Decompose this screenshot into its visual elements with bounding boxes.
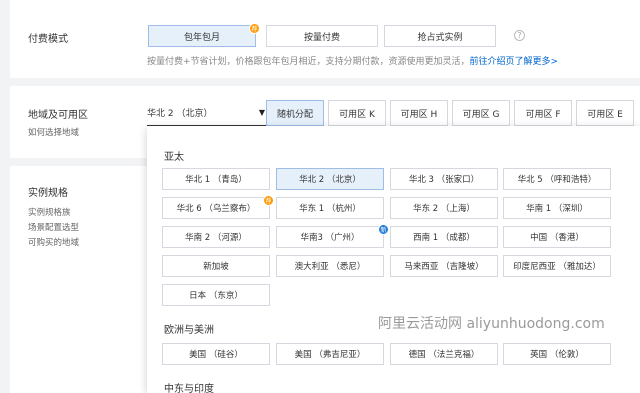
zone-g[interactable]: 可用区 G xyxy=(452,100,510,126)
region-dropdown: 亚太 华北 1 （青岛） 华北 2 （北京） 华北 3 （张家口） 华北 5 （… xyxy=(147,126,640,393)
region-help-link[interactable]: 如何选择地域 xyxy=(28,126,79,138)
recommend-badge: 荐 xyxy=(263,195,274,206)
region-option[interactable]: 德国 （法兰克福） xyxy=(390,343,498,365)
region-option[interactable]: 华北 3 （张家口） xyxy=(390,168,498,190)
help-icon[interactable]: ? xyxy=(514,30,525,41)
billing-desc-text: 按量付费+节省计划，价格跟包年包月相近，支持分期付款，资源使用更加灵活， xyxy=(147,57,470,67)
zone-k[interactable]: 可用区 K xyxy=(328,100,386,126)
spec-label: 实例规格 xyxy=(28,188,68,199)
watermark: 阿里云活动网 aliyunhuodong.com xyxy=(378,316,605,332)
region-option-label: 华北 6 （乌兰察布） xyxy=(176,204,256,214)
zone-f[interactable]: 可用区 F xyxy=(514,100,572,126)
region-option[interactable]: 华南 1 （深圳） xyxy=(503,197,611,219)
spec-family-link[interactable]: 实例规格族 xyxy=(28,206,71,218)
region-option[interactable]: 华北 5 （呼和浩特） xyxy=(503,168,611,190)
spec-regions-link[interactable]: 可购买的地域 xyxy=(28,236,79,248)
region-option[interactable]: 日本 （东京） xyxy=(162,284,270,306)
billing-option-subscription[interactable]: 包年包月 荐 xyxy=(148,23,260,47)
zone-e[interactable]: 可用区 E xyxy=(576,100,634,126)
region-option[interactable]: 华北 1 （青岛） xyxy=(162,168,270,190)
group-title-europe-americas: 欧洲与美洲 xyxy=(164,325,214,336)
spec-scenario-link[interactable]: 场景配置选型 xyxy=(28,221,79,233)
group-title-asia-pacific: 亚太 xyxy=(164,152,184,163)
region-option[interactable]: 马来西亚 （吉隆坡） xyxy=(390,255,498,277)
region-option[interactable]: 印度尼西亚 （雅加达） xyxy=(503,255,611,277)
billing-label: 付费模式 xyxy=(28,34,68,45)
billing-description: 按量付费+节省计划，价格跟包年包月相近，支持分期付款，资源使用更加灵活，前往介绍… xyxy=(147,54,558,67)
region-option[interactable]: 西南 1 （成都） xyxy=(390,226,498,248)
region-option[interactable]: 中国 （香港） xyxy=(503,226,611,248)
billing-option-label: 抢占式实例 xyxy=(417,32,463,43)
region-option[interactable]: 美国 （弗吉尼亚） xyxy=(276,343,384,365)
region-label: 地域及可用区 xyxy=(28,110,88,121)
new-badge: 新 xyxy=(378,224,389,235)
region-option-label: 华南3 （广州） xyxy=(300,233,360,243)
region-option-selected[interactable]: 华北 2 （北京） xyxy=(276,168,384,190)
region-select-value: 华北 2 （北京） xyxy=(147,109,213,119)
region-option[interactable]: 华北 6 （乌兰察布） 荐 xyxy=(162,195,274,219)
region-option[interactable]: 华南3 （广州） 新 xyxy=(276,224,389,248)
billing-option-payg[interactable]: 按量付费 xyxy=(266,25,378,47)
billing-learn-more-link[interactable]: 前往介绍页了解更多> xyxy=(470,57,559,67)
billing-panel: 付费模式 包年包月 荐 按量付费 抢占式实例 ? 按量付费+节省计划，价格跟包年… xyxy=(10,0,640,78)
billing-option-spot[interactable]: 抢占式实例 xyxy=(384,25,496,47)
region-option[interactable]: 华东 2 （上海） xyxy=(390,197,498,219)
region-option[interactable]: 美国 （硅谷） xyxy=(162,343,270,365)
zone-random[interactable]: 随机分配 xyxy=(266,100,324,126)
billing-option-label: 包年包月 xyxy=(183,32,220,43)
region-option[interactable]: 华东 1 （杭州） xyxy=(276,197,384,219)
region-option[interactable]: 华南 2 （河源） xyxy=(162,226,270,248)
recommend-badge: 荐 xyxy=(249,23,260,34)
zone-h[interactable]: 可用区 H xyxy=(390,100,448,126)
region-option[interactable]: 新加坡 xyxy=(162,255,270,277)
region-option[interactable]: 英国 （伦敦） xyxy=(503,343,611,365)
region-option[interactable]: 澳大利亚 （悉尼） xyxy=(276,255,384,277)
billing-option-label: 按量付费 xyxy=(303,32,340,43)
region-select[interactable]: 华北 2 （北京） ▼ xyxy=(147,100,267,126)
group-title-middle-east-india: 中东与印度 xyxy=(164,384,214,393)
caret-down-icon: ▼ xyxy=(258,108,265,117)
